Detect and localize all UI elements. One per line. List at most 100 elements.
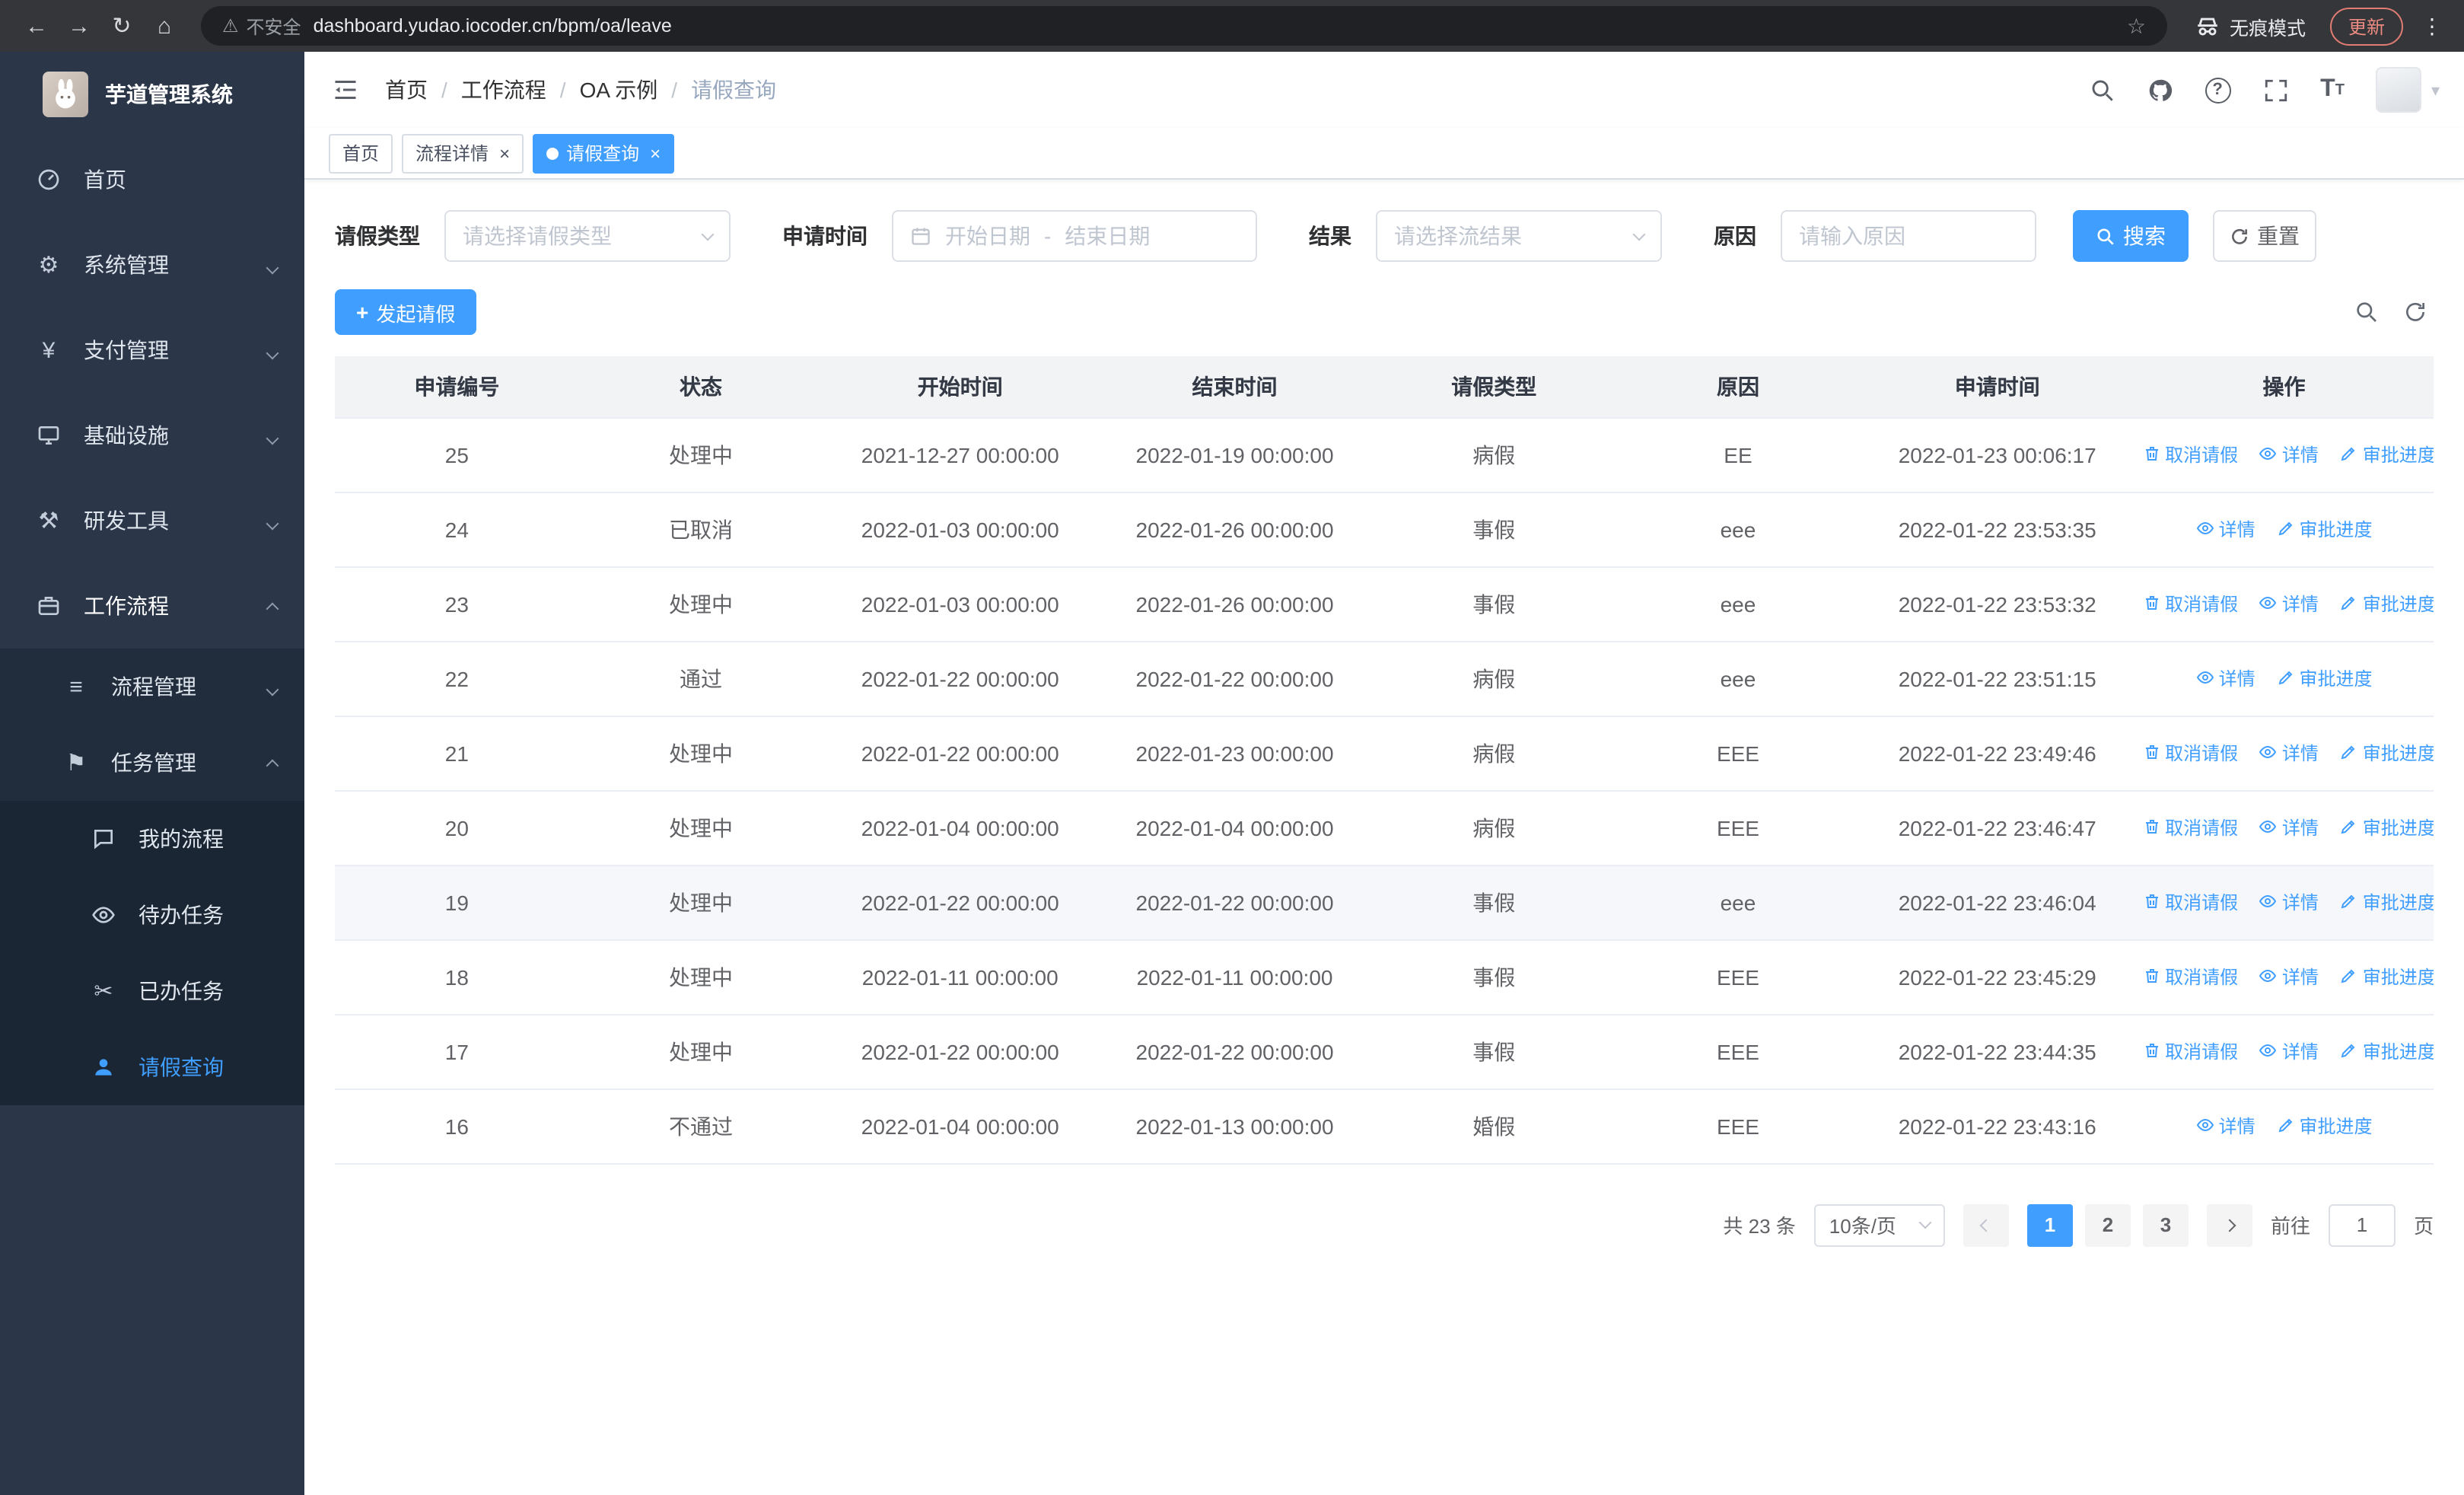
eye-icon bbox=[2196, 671, 2214, 684]
detail-link[interactable]: 详情 bbox=[2259, 1038, 2319, 1064]
approval-progress-link[interactable]: 审批进度 bbox=[2340, 964, 2434, 990]
cancel-leave-link[interactable]: 取消请假 bbox=[2142, 889, 2238, 915]
detail-link[interactable]: 详情 bbox=[2196, 516, 2255, 542]
approval-progress-link[interactable]: 审批进度 bbox=[2340, 889, 2434, 915]
result-select[interactable]: 请选择流结果 bbox=[1376, 210, 1662, 262]
sidebar-item-task-mgmt[interactable]: ⚑ 任务管理 bbox=[0, 725, 304, 801]
sidebar-item-leave-query[interactable]: 请假查询 bbox=[0, 1029, 304, 1105]
detail-link[interactable]: 详情 bbox=[2259, 740, 2319, 766]
cancel-leave-link[interactable]: 取消请假 bbox=[2142, 964, 2238, 990]
sidebar-item-todo-tasks[interactable]: 待办任务 bbox=[0, 877, 304, 953]
page-button-1[interactable]: 1 bbox=[2026, 1203, 2073, 1246]
sidebar-item-devtools[interactable]: ⚒ 研发工具 bbox=[0, 478, 304, 563]
detail-link[interactable]: 详情 bbox=[2259, 889, 2319, 915]
approval-progress-link[interactable]: 审批进度 bbox=[2340, 814, 2434, 840]
detail-link[interactable]: 详情 bbox=[2259, 441, 2319, 467]
goto-page-input[interactable] bbox=[2328, 1203, 2396, 1246]
cancel-leave-link[interactable]: 取消请假 bbox=[2142, 591, 2238, 617]
tab-home[interactable]: 首页 bbox=[329, 133, 393, 173]
approval-progress-link[interactable]: 审批进度 bbox=[2340, 1038, 2434, 1064]
end-date-placeholder: 结束日期 bbox=[1065, 224, 1151, 248]
cell-reason: eee bbox=[1616, 492, 1861, 567]
cell-leave-type: 婚假 bbox=[1371, 1089, 1616, 1164]
cell-status: 不通过 bbox=[578, 1089, 823, 1164]
breadcrumb-oa-example[interactable]: OA 示例 bbox=[580, 75, 658, 105]
address-bar[interactable]: ⚠ 不安全 dashboard.yudao.iocoder.cn/bpm/oa/… bbox=[201, 6, 2167, 46]
sidebar-item-system[interactable]: ⚙ 系统管理 bbox=[0, 222, 304, 308]
font-size-icon[interactable]: TT bbox=[2320, 76, 2345, 104]
user-menu[interactable]: ▾ bbox=[2376, 67, 2440, 113]
chevron-up-icon bbox=[266, 594, 279, 618]
fullscreen-icon[interactable] bbox=[2262, 77, 2288, 103]
app-logo bbox=[43, 72, 88, 117]
eye-icon bbox=[2259, 448, 2278, 461]
security-indicator[interactable]: ⚠ 不安全 bbox=[222, 13, 301, 39]
page-button-3[interactable]: 3 bbox=[2142, 1203, 2189, 1246]
pen-icon bbox=[2278, 522, 2292, 536]
refresh-table-icon[interactable] bbox=[2403, 300, 2427, 324]
tab-process-detail[interactable]: 流程详情 × bbox=[402, 133, 524, 173]
sidebar-item-workflow[interactable]: 工作流程 bbox=[0, 563, 304, 649]
sidebar-collapse-icon[interactable] bbox=[329, 73, 362, 107]
approval-progress-link[interactable]: 审批进度 bbox=[2276, 665, 2372, 691]
github-icon[interactable] bbox=[2147, 77, 2173, 103]
app-logo-row[interactable]: 芋道管理系统 bbox=[0, 52, 304, 137]
page-size-select[interactable]: 10条/页 bbox=[1813, 1203, 1945, 1246]
help-icon[interactable]: ? bbox=[2205, 77, 2231, 103]
cancel-leave-link[interactable]: 取消请假 bbox=[2142, 740, 2238, 766]
next-page-button[interactable] bbox=[2206, 1203, 2252, 1246]
detail-link[interactable]: 详情 bbox=[2196, 665, 2255, 691]
browser-reload-icon[interactable]: ↻ bbox=[100, 5, 143, 47]
close-icon[interactable]: × bbox=[647, 144, 661, 162]
page-button-2[interactable]: 2 bbox=[2084, 1203, 2131, 1246]
detail-link[interactable]: 详情 bbox=[2196, 1113, 2255, 1139]
detail-link[interactable]: 详情 bbox=[2259, 591, 2319, 617]
browser-home-icon[interactable]: ⌂ bbox=[143, 5, 186, 47]
url-text: dashboard.yudao.iocoder.cn/bpm/oa/leave bbox=[313, 15, 672, 37]
sidebar-item-done-tasks[interactable]: ✂ 已办任务 bbox=[0, 953, 304, 1029]
cell-actions: 取消请假 详情 审批进度 bbox=[2135, 417, 2434, 492]
create-leave-button[interactable]: + 发起请假 bbox=[335, 289, 477, 335]
browser-back-icon[interactable]: ← bbox=[15, 5, 58, 47]
toggle-search-icon[interactable] bbox=[2354, 300, 2379, 324]
bookmark-star-icon[interactable]: ☆ bbox=[2127, 13, 2146, 39]
approval-progress-link[interactable]: 审批进度 bbox=[2340, 740, 2434, 766]
cell-end-time: 2022-01-22 00:00:00 bbox=[1097, 865, 1372, 940]
sidebar-item-process-mgmt[interactable]: ≡ 流程管理 bbox=[0, 649, 304, 725]
approval-progress-link[interactable]: 审批进度 bbox=[2276, 1113, 2372, 1139]
approval-progress-link[interactable]: 审批进度 bbox=[2340, 441, 2434, 467]
leave-type-select[interactable]: 请选择请假类型 bbox=[444, 210, 731, 262]
breadcrumb-workflow[interactable]: 工作流程 bbox=[461, 75, 546, 105]
pen-icon bbox=[2341, 895, 2356, 909]
browser-update-button[interactable]: 更新 bbox=[2329, 7, 2403, 45]
tab-leave-query[interactable]: 请假查询 × bbox=[533, 133, 675, 173]
approval-progress-link[interactable]: 审批进度 bbox=[2276, 516, 2372, 542]
sidebar-item-home[interactable]: 首页 bbox=[0, 137, 304, 222]
cancel-leave-link[interactable]: 取消请假 bbox=[2142, 441, 2238, 467]
close-icon[interactable]: × bbox=[496, 144, 510, 162]
warning-icon: ⚠ bbox=[222, 15, 239, 37]
chevron-down-icon bbox=[1918, 1216, 1932, 1229]
sidebar-item-payment[interactable]: ¥ 支付管理 bbox=[0, 308, 304, 393]
detail-link[interactable]: 详情 bbox=[2259, 964, 2319, 990]
browser-menu-icon[interactable]: ⋮ bbox=[2415, 13, 2449, 39]
breadcrumb-home[interactable]: 首页 bbox=[385, 75, 428, 105]
user-icon bbox=[88, 1052, 119, 1082]
search-icon[interactable] bbox=[2089, 77, 2115, 103]
pen-icon bbox=[2341, 746, 2356, 760]
cancel-leave-link[interactable]: 取消请假 bbox=[2142, 1038, 2238, 1064]
reason-input[interactable] bbox=[1781, 210, 2036, 262]
reset-button[interactable]: 重置 bbox=[2213, 210, 2316, 262]
cell-actions: 详情 审批进度 bbox=[2135, 492, 2434, 567]
browser-forward-icon[interactable]: → bbox=[58, 5, 100, 47]
approval-progress-link[interactable]: 审批进度 bbox=[2340, 591, 2434, 617]
avatar[interactable] bbox=[2376, 67, 2422, 113]
tool-icon: ⚒ bbox=[38, 508, 59, 534]
detail-link[interactable]: 详情 bbox=[2259, 814, 2319, 840]
search-button[interactable]: 搜索 bbox=[2073, 210, 2189, 262]
sidebar-item-my-processes[interactable]: 我的流程 bbox=[0, 801, 304, 877]
sidebar-item-infrastructure[interactable]: 基础设施 bbox=[0, 393, 304, 478]
prev-page-button[interactable] bbox=[1963, 1203, 2009, 1246]
cancel-leave-link[interactable]: 取消请假 bbox=[2142, 814, 2238, 840]
apply-time-range-picker[interactable]: 开始日期 - 结束日期 bbox=[892, 210, 1257, 262]
